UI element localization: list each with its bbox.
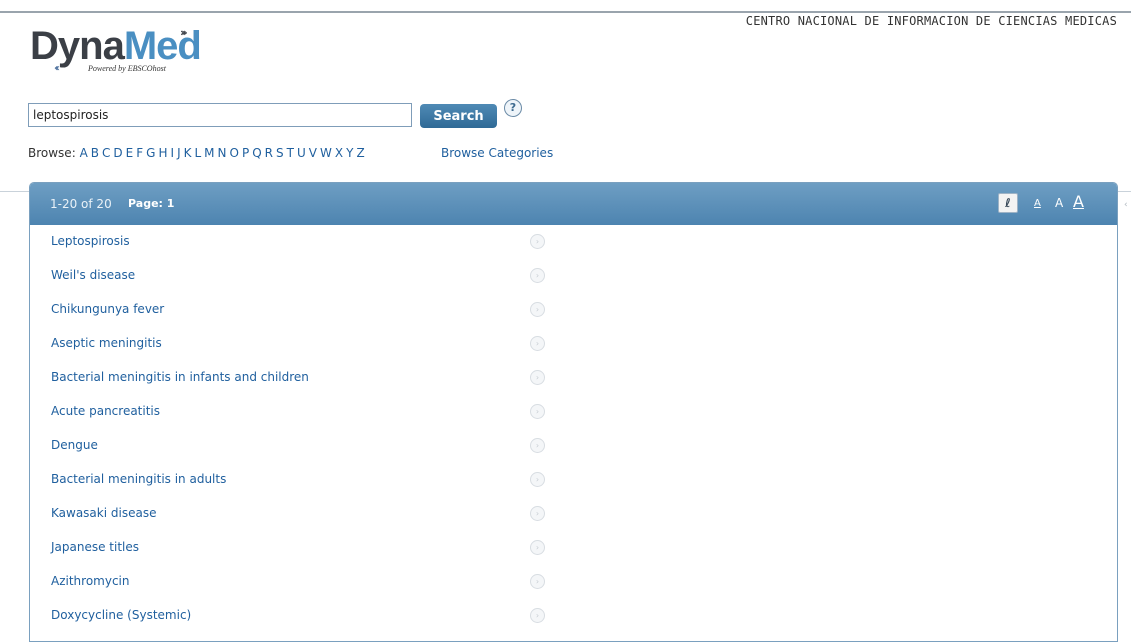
font-size-small-button[interactable]: A: [1034, 198, 1041, 209]
browse-letter-e[interactable]: E: [126, 146, 134, 160]
browse-letter-z[interactable]: Z: [356, 146, 364, 160]
browse-letter-a[interactable]: A: [80, 146, 88, 160]
browse-letter-h[interactable]: H: [158, 146, 167, 160]
browse-letter-q[interactable]: Q: [252, 146, 261, 160]
browse-letter-p[interactable]: P: [242, 146, 249, 160]
browse-letter-i[interactable]: I: [171, 146, 175, 160]
browse-letter-k[interactable]: K: [184, 146, 192, 160]
result-title-link[interactable]: Azithromycin: [51, 574, 130, 588]
result-title-link[interactable]: Leptospirosis: [51, 234, 130, 248]
browse-letter-g[interactable]: G: [146, 146, 155, 160]
top-divider: [0, 11, 1131, 13]
font-size-medium-button[interactable]: A: [1055, 196, 1063, 210]
result-row: Kawasaki disease ›: [30, 497, 1117, 531]
result-row: Acute pancreatitis ›: [30, 395, 1117, 429]
browse-letter-t[interactable]: T: [287, 146, 294, 160]
logo-tagline: Powered by EBSCOhost: [88, 64, 166, 73]
result-row: Chikungunya fever ›: [30, 293, 1117, 327]
result-row: Leptospirosis ›: [30, 225, 1117, 259]
browse-letter-s[interactable]: S: [276, 146, 284, 160]
result-row: Azithromycin ›: [30, 565, 1117, 599]
result-title-link[interactable]: Chikungunya fever: [51, 302, 164, 316]
browse-letter-b[interactable]: B: [91, 146, 99, 160]
result-row: Doxycycline (Systemic) ›: [30, 599, 1117, 633]
result-title-link[interactable]: Kawasaki disease: [51, 506, 156, 520]
browse-letter-c[interactable]: C: [102, 146, 110, 160]
browse-letter-y[interactable]: Y: [346, 146, 353, 160]
logo-part1: Dyna: [30, 24, 125, 68]
logo-chevrons-icon: ‹‹‹: [54, 63, 60, 74]
browse-letter-f[interactable]: F: [136, 146, 143, 160]
result-title-link[interactable]: Acute pancreatitis: [51, 404, 160, 418]
results-list: Leptospirosis › Weil's disease › Chikungunya…: [30, 225, 1117, 633]
result-title-link[interactable]: Weil's disease: [51, 268, 135, 282]
browse-letter-n[interactable]: N: [218, 146, 227, 160]
permalink-icon[interactable]: ℓ: [998, 193, 1018, 213]
institution-name: CENTRO NACIONAL DE INFORMACION DE CIENCI…: [745, 14, 1117, 28]
help-icon[interactable]: ?: [504, 99, 522, 117]
search-button[interactable]: Search: [420, 104, 497, 128]
browse-letter-d[interactable]: D: [113, 146, 122, 160]
result-title-link[interactable]: Bacterial meningitis in adults: [51, 472, 226, 486]
result-row: Bacterial meningitis in infants and chil…: [30, 361, 1117, 395]
browse-letter-x[interactable]: X: [335, 146, 343, 160]
results-header: 1-20 of 20 Page: 1 ℓ A A A: [30, 183, 1117, 225]
result-row: Weil's disease ›: [30, 259, 1117, 293]
results-panel: 1-20 of 20 Page: 1 ℓ A A A Leptospirosis…: [29, 182, 1118, 642]
preview-arrow-icon[interactable]: ›: [530, 268, 545, 283]
preview-arrow-icon[interactable]: ›: [530, 472, 545, 487]
result-title-link[interactable]: Japanese titles: [51, 540, 139, 554]
preview-arrow-icon[interactable]: ›: [530, 302, 545, 317]
preview-arrow-icon[interactable]: ›: [530, 438, 545, 453]
preview-arrow-icon[interactable]: ›: [530, 574, 545, 589]
browse-letter-w[interactable]: W: [320, 146, 332, 160]
browse-letter-r[interactable]: R: [265, 146, 273, 160]
preview-arrow-icon[interactable]: ›: [530, 336, 545, 351]
browse-bar: Browse: ABCDEFGHIJKLMNOPQRSTUVWXYZ: [28, 146, 368, 160]
result-title-link[interactable]: Doxycycline (Systemic): [51, 608, 191, 622]
result-row: Aseptic meningitis ›: [30, 327, 1117, 361]
browse-categories-link[interactable]: Browse Categories: [441, 146, 553, 160]
results-count: 1-20 of 20: [50, 197, 112, 211]
search-input[interactable]: [28, 103, 412, 127]
page-indicator: Page: 1: [128, 197, 175, 210]
browse-letter-v[interactable]: V: [309, 146, 317, 160]
preview-arrow-icon[interactable]: ›: [530, 506, 545, 521]
preview-arrow-icon[interactable]: ›: [530, 234, 545, 249]
result-row: Japanese titles ›: [30, 531, 1117, 565]
preview-arrow-icon[interactable]: ›: [530, 608, 545, 623]
result-title-link[interactable]: Dengue: [51, 438, 98, 452]
browse-letter-l[interactable]: L: [194, 146, 201, 160]
result-title-link[interactable]: Aseptic meningitis: [51, 336, 162, 350]
logo-arrows-icon: ›››: [180, 26, 187, 39]
dynamed-logo[interactable]: DynaMed ››› ‹‹‹ Powered by EBSCOhost: [30, 24, 230, 78]
preview-arrow-icon[interactable]: ›: [530, 404, 545, 419]
browse-letter-u[interactable]: U: [297, 146, 306, 160]
result-row: Bacterial meningitis in adults ›: [30, 463, 1117, 497]
collapse-arrow-icon[interactable]: ‹: [1124, 200, 1128, 210]
result-row: Dengue ›: [30, 429, 1117, 463]
logo-part2: Med: [123, 24, 202, 68]
font-size-large-button[interactable]: A: [1073, 192, 1084, 211]
result-title-link[interactable]: Bacterial meningitis in infants and chil…: [51, 370, 309, 384]
browse-letter-j[interactable]: J: [177, 146, 181, 160]
browse-label: Browse:: [28, 146, 76, 160]
browse-letter-o[interactable]: O: [230, 146, 239, 160]
browse-letter-m[interactable]: M: [204, 146, 214, 160]
preview-arrow-icon[interactable]: ›: [530, 540, 545, 555]
browse-letters: ABCDEFGHIJKLMNOPQRSTUVWXYZ: [80, 146, 368, 160]
preview-arrow-icon[interactable]: ›: [530, 370, 545, 385]
